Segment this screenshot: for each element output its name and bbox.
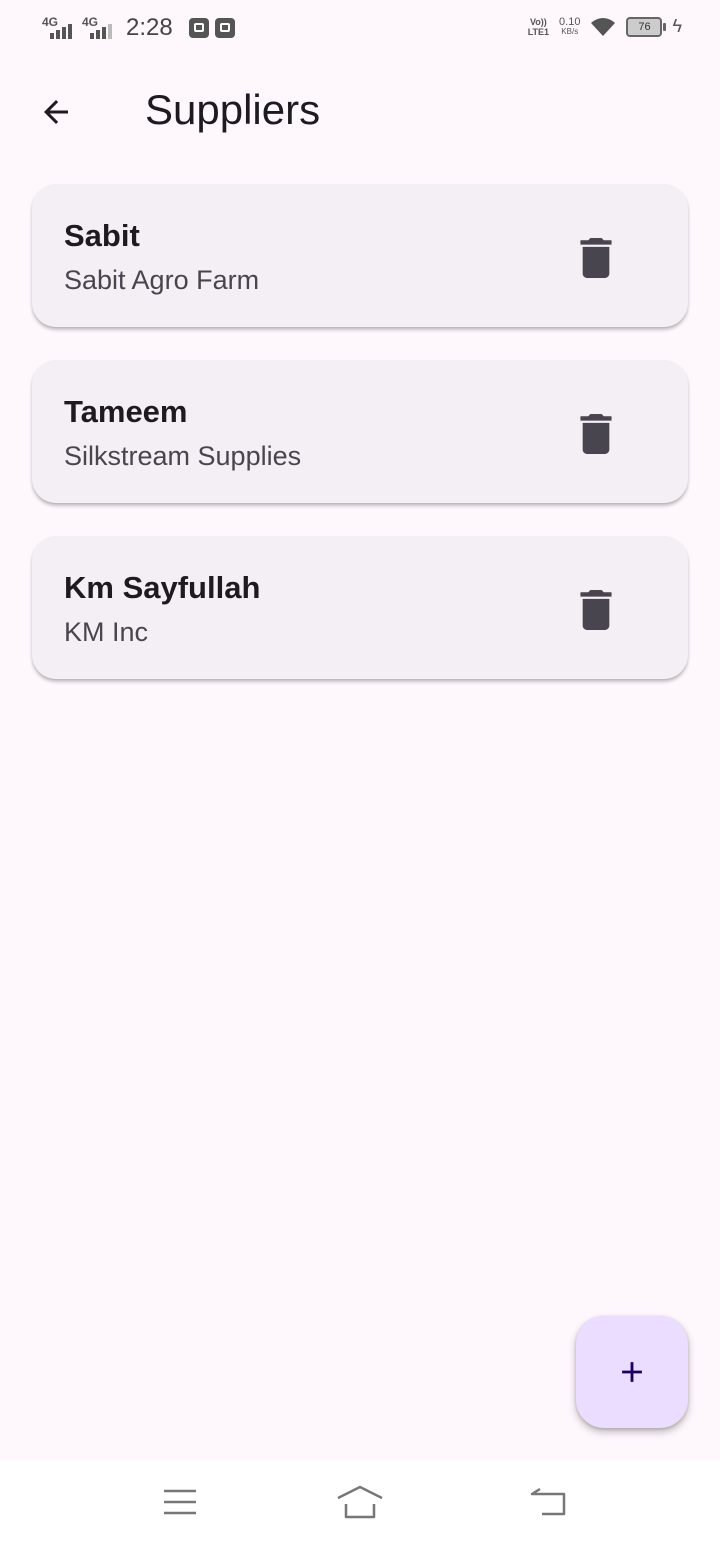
charging-icon: ϟ xyxy=(672,16,682,36)
home-button[interactable] xyxy=(330,1480,390,1524)
supplier-list: Sabit Sabit Agro Farm Tameem Silkstream … xyxy=(32,184,688,712)
wifi-icon xyxy=(591,17,616,36)
supplier-name: Km Sayfullah xyxy=(64,570,261,605)
battery-icon: 76 xyxy=(626,16,667,37)
trash-icon xyxy=(580,414,612,454)
supplier-card[interactable]: Km Sayfullah KM Inc xyxy=(32,536,688,679)
page-title: Suppliers xyxy=(145,86,321,133)
signal-sim1-icon: 4G xyxy=(42,15,76,41)
supplier-name: Tameem xyxy=(64,394,188,429)
supplier-company: Sabit Agro Farm xyxy=(64,265,260,295)
back-button[interactable] xyxy=(28,88,84,136)
supplier-name: Sabit xyxy=(64,218,140,253)
add-supplier-button[interactable] xyxy=(576,1316,688,1428)
lte-label: LTE1 xyxy=(527,26,550,37)
battery-level: 76 xyxy=(638,20,651,33)
usb-debug-icon xyxy=(188,18,209,38)
recent-apps-button[interactable] xyxy=(150,1480,210,1524)
network-speed: 0.10 KB/s xyxy=(559,15,581,37)
app-bar: Suppliers xyxy=(0,58,720,164)
status-time: 2:28 xyxy=(126,14,173,41)
signal-sim2-icon: 4G xyxy=(82,15,116,41)
supplier-card[interactable]: Tameem Silkstream Supplies xyxy=(32,360,688,503)
menu-icon xyxy=(164,1489,196,1515)
delete-button[interactable] xyxy=(568,406,624,462)
trash-icon xyxy=(580,590,612,630)
supplier-company: KM Inc xyxy=(64,617,149,647)
volte-indicator: Vo)) LTE1 xyxy=(528,17,549,37)
back-icon xyxy=(530,1487,566,1516)
network-speed-unit: KB/s xyxy=(561,26,579,36)
arrow-back-icon xyxy=(44,100,68,124)
plus-icon xyxy=(622,1362,642,1382)
delete-button[interactable] xyxy=(568,582,624,638)
volte-label: Vo)) xyxy=(529,16,547,27)
screenshot-icon xyxy=(214,18,235,38)
system-nav-bar xyxy=(0,1460,720,1544)
trash-icon xyxy=(580,238,612,278)
supplier-company: Silkstream Supplies xyxy=(64,441,302,471)
status-bar: 4G 4G 2:28 Vo)) LTE1 0.10 KB/s 76 ϟ xyxy=(0,0,720,58)
supplier-card[interactable]: Sabit Sabit Agro Farm xyxy=(32,184,688,327)
delete-button[interactable] xyxy=(568,230,624,286)
network-speed-value: 0.10 xyxy=(559,15,581,28)
home-icon xyxy=(337,1485,383,1519)
system-back-button[interactable] xyxy=(518,1480,578,1524)
